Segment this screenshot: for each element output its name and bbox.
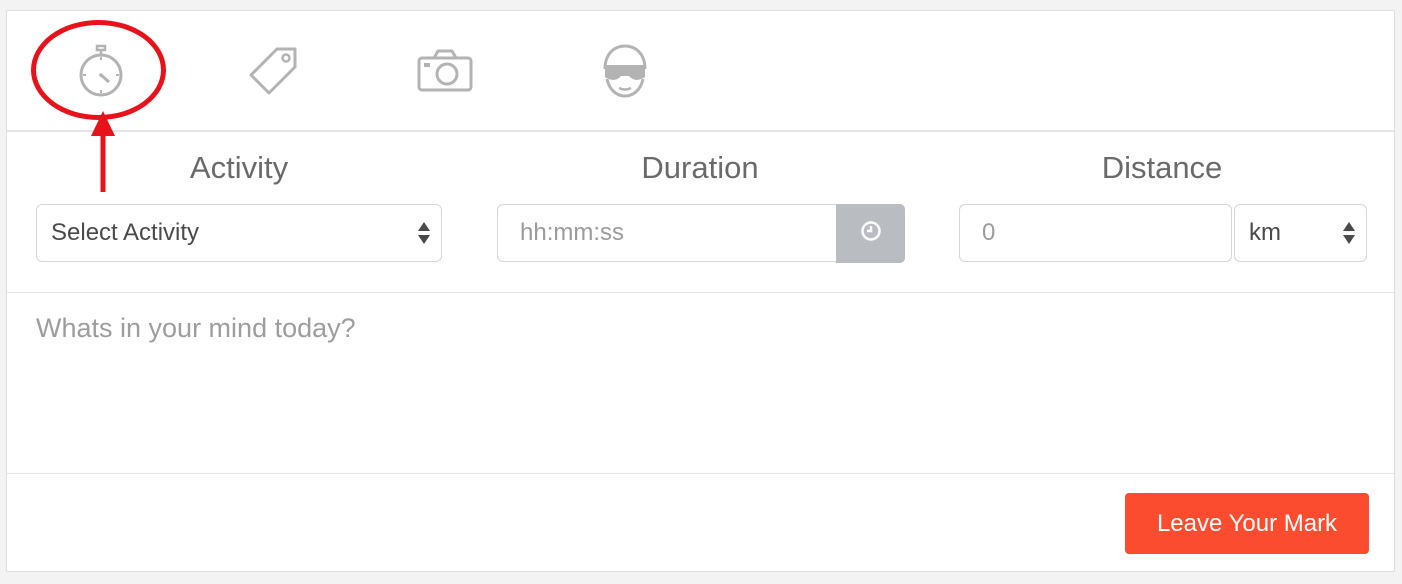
- tab-activity[interactable]: [71, 41, 131, 101]
- duration-placeholder: hh:mm:ss: [520, 219, 625, 246]
- camera-icon: [416, 48, 474, 94]
- message-textarea[interactable]: Whats in your mind today?: [7, 293, 1394, 474]
- post-type-tabs: [7, 11, 1394, 132]
- tag-icon: [247, 44, 301, 98]
- distance-label: Distance: [1101, 150, 1223, 185]
- distance-unit-value: km: [1249, 219, 1281, 246]
- select-arrows-icon: [417, 222, 431, 244]
- duration-label: Duration: [641, 150, 759, 185]
- activity-fields: Activity Select Activity Duration hh:mm:…: [7, 132, 1394, 293]
- activity-select-value: Select Activity: [51, 219, 200, 246]
- clock-icon: [860, 220, 882, 247]
- duration-picker-button[interactable]: [836, 204, 905, 263]
- stopwatch-icon: [75, 42, 127, 100]
- athlete-goggles-icon: [599, 43, 651, 99]
- tab-tag[interactable]: [244, 41, 304, 101]
- select-arrows-icon: [1342, 222, 1356, 244]
- activity-select[interactable]: Select Activity: [36, 204, 442, 262]
- distance-unit-select[interactable]: km: [1234, 204, 1367, 262]
- message-placeholder: Whats in your mind today?: [36, 313, 356, 343]
- duration-input[interactable]: hh:mm:ss: [497, 204, 837, 262]
- tab-athletes[interactable]: [595, 41, 655, 101]
- distance-placeholder: 0: [982, 219, 996, 246]
- distance-input[interactable]: 0: [959, 204, 1232, 262]
- activity-post-card: Activity Select Activity Duration hh:mm:…: [6, 10, 1395, 572]
- activity-label: Activity: [189, 150, 289, 185]
- leave-your-mark-button[interactable]: Leave Your Mark: [1125, 493, 1369, 554]
- tab-photo[interactable]: [415, 41, 475, 101]
